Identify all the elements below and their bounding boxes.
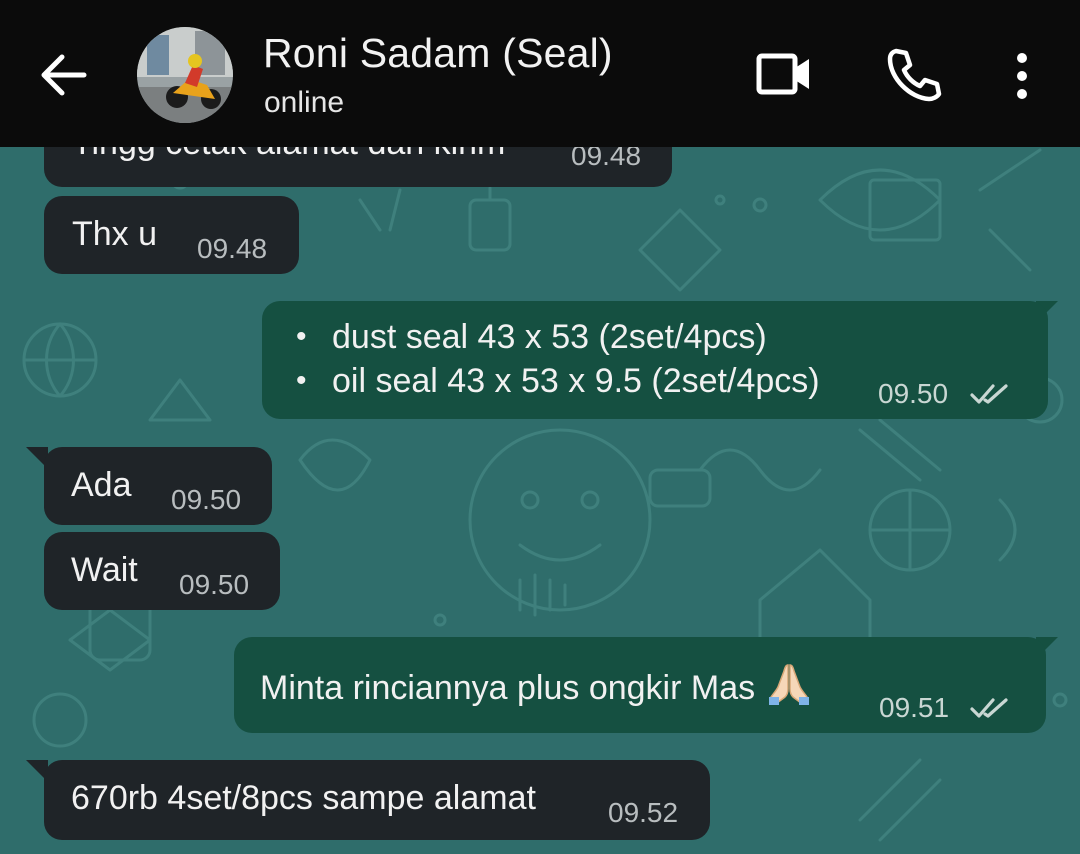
message-text-content: Minta rinciannya plus ongkir Mas: [260, 669, 756, 707]
contact-avatar[interactable]: [137, 27, 233, 123]
message-bullet-list: dust seal 43 x 53 (2set/4pcs) oil seal 4…: [262, 315, 820, 403]
chat-header: Roni Sadam (Seal) online: [0, 0, 1080, 147]
video-call-button[interactable]: [754, 48, 814, 100]
voice-call-button[interactable]: [882, 46, 942, 102]
double-check-icon: [970, 698, 1008, 718]
message-time: 09.50: [171, 484, 242, 515]
message-text: Tingg cetak alamat dan kirim: [72, 147, 505, 165]
phone-icon: [887, 48, 942, 102]
list-item: oil seal 43 x 53 x 9.5 (2set/4pcs): [262, 359, 820, 403]
message-text: Ada: [71, 466, 132, 504]
message-bubble-incoming[interactable]: Ada 09.50: [44, 447, 272, 525]
message-text: Minta rinciannya plus ongkir Mas: [260, 661, 810, 716]
message-text: Thx u: [72, 215, 158, 253]
folded-hands-emoji: [769, 661, 810, 716]
back-button[interactable]: [34, 50, 90, 100]
message-time: 09.51: [879, 692, 950, 723]
message-time: 09.52: [608, 797, 679, 828]
contact-status: online: [264, 86, 345, 119]
arrow-left-icon: [41, 54, 87, 96]
message-time: 09.50: [878, 378, 949, 409]
message-bubble-incoming[interactable]: Tingg cetak alamat dan kirim 09.48: [44, 147, 672, 187]
double-check-icon: [970, 384, 1008, 404]
more-vertical-icon: [1017, 53, 1027, 99]
message-text: 670rb 4set/8pcs sampe alamat: [71, 779, 536, 817]
video-camera-icon: [756, 53, 809, 95]
contact-name[interactable]: Roni Sadam (Seal): [263, 30, 613, 77]
message-bubble-incoming[interactable]: Thx u 09.48: [44, 196, 299, 274]
message-time: 09.48: [571, 147, 642, 171]
more-options-button[interactable]: [1004, 48, 1040, 104]
message-bubble-outgoing[interactable]: dust seal 43 x 53 (2set/4pcs) oil seal 4…: [262, 301, 1048, 419]
message-bubble-outgoing[interactable]: Minta rinciannya plus ongkir Mas 09.51: [234, 637, 1046, 733]
message-bubble-incoming[interactable]: Wait 09.50: [44, 532, 280, 610]
message-list[interactable]: Tingg cetak alamat dan kirim 09.48 Thx u…: [0, 147, 1080, 854]
message-text: Wait: [71, 551, 138, 589]
message-time: 09.48: [197, 233, 268, 264]
message-time: 09.50: [179, 569, 250, 600]
list-item: dust seal 43 x 53 (2set/4pcs): [262, 315, 820, 359]
message-bubble-incoming[interactable]: 670rb 4set/8pcs sampe alamat 09.52: [44, 760, 710, 840]
